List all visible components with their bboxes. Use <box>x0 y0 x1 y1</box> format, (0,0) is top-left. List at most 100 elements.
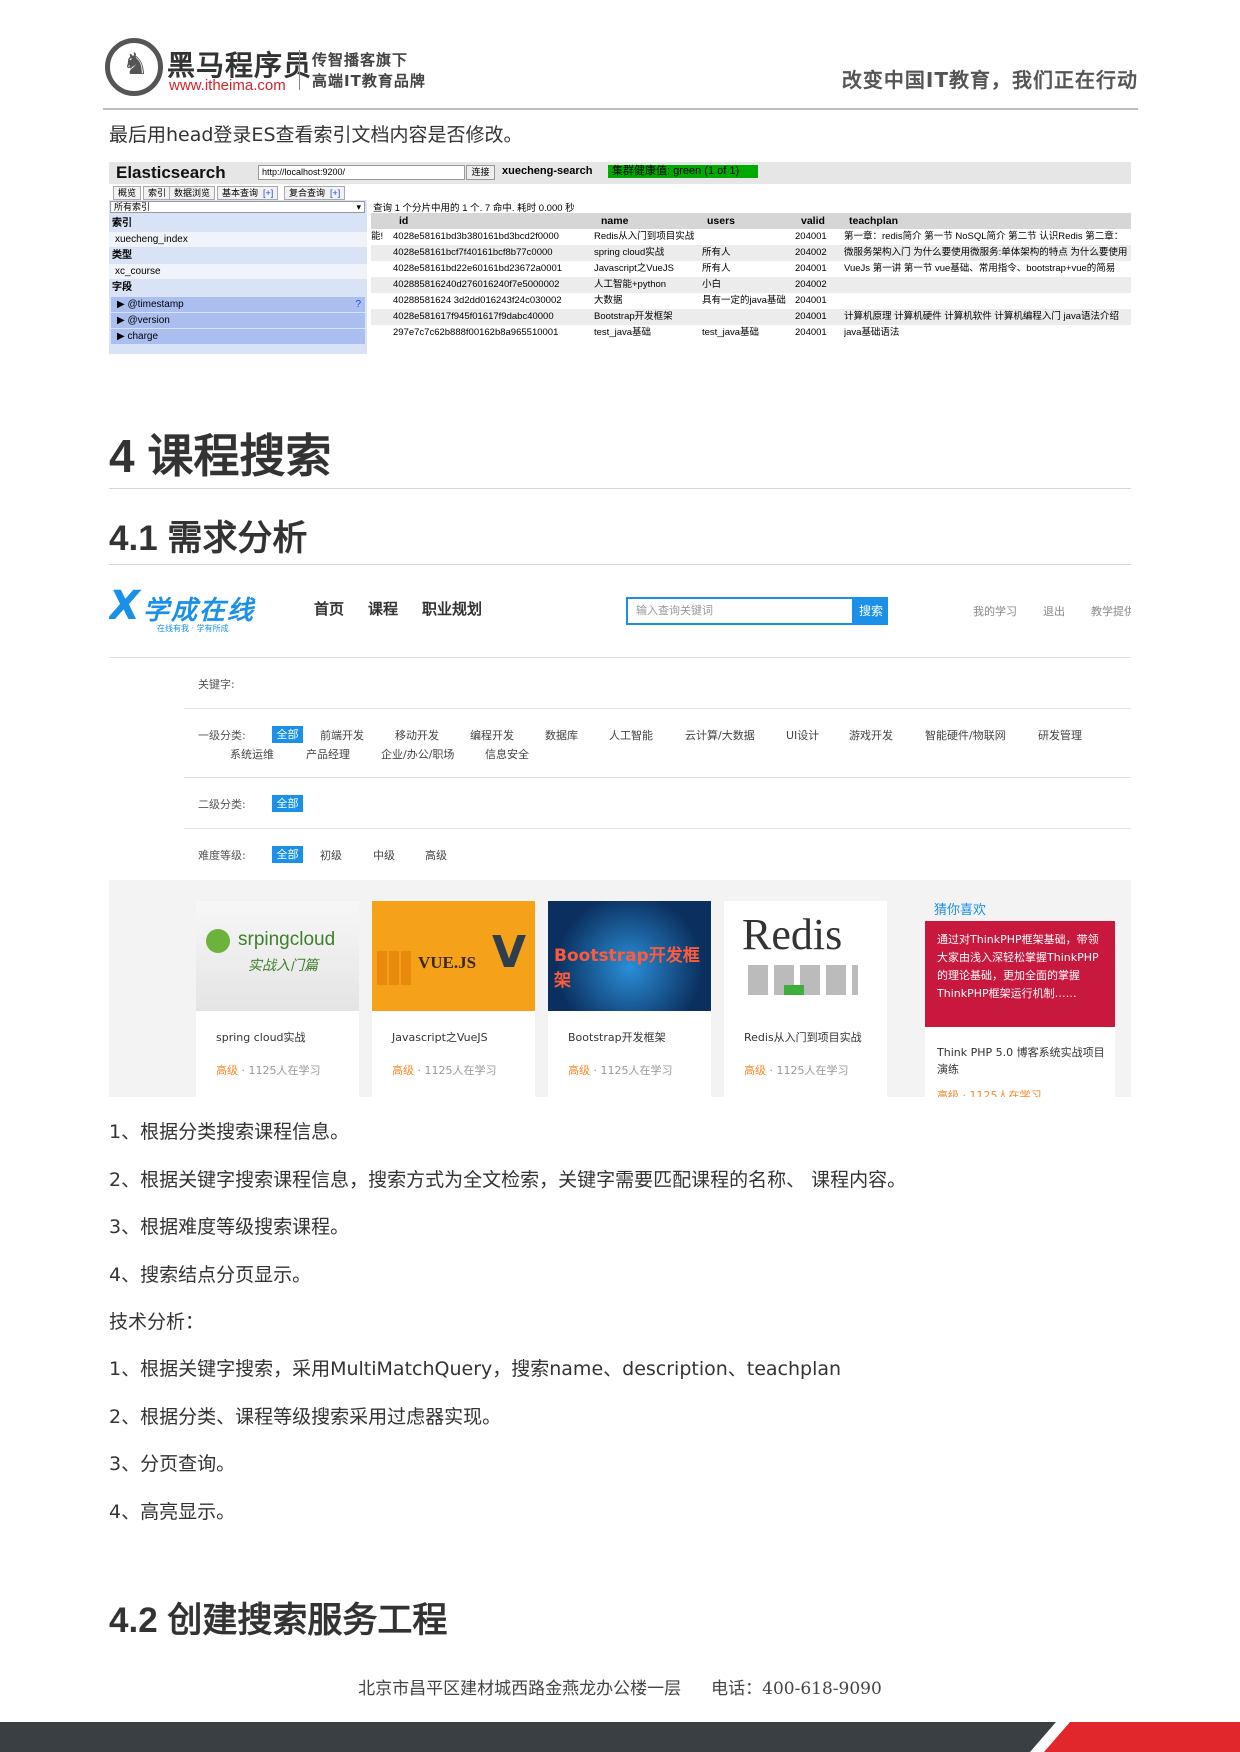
course-thumbnail: Bootstrap开发框架 <box>548 901 711 1011</box>
cat1-option[interactable]: 编程开发 <box>470 727 514 743</box>
cat1-option[interactable]: 信息安全 <box>485 746 529 762</box>
table-cell: 能! <box>371 231 384 242</box>
recommend-card[interactable]: 通过对ThinkPHP框架基础，带领大家由浅入深轻松掌握ThinkPHP的理论基… <box>925 921 1115 1097</box>
cat1-option[interactable]: 人工智能 <box>609 727 653 743</box>
cat1-option[interactable]: 产品经理 <box>306 746 350 762</box>
es-field-item[interactable]: ▶ @version <box>111 313 365 328</box>
table-cell: 297e7c7c62b888f00162b8a965510001 <box>393 327 559 338</box>
cat1-option[interactable]: 前端开发 <box>320 727 364 743</box>
course-meta: 高级 · 1125人在学习 <box>744 1064 849 1077</box>
table-cell: 204002 <box>795 247 827 258</box>
level-option[interactable]: 高级 <box>425 847 447 863</box>
es-field-label: charge <box>127 331 159 342</box>
table-row[interactable]: 297e7c7c62b888f00162b8a965510001 test_jav… <box>371 325 1131 341</box>
es-tab-index[interactable]: 索引 <box>143 186 172 200</box>
cat1-option[interactable]: 企业/办公/职场 <box>381 746 454 762</box>
teaching-link[interactable]: 教学提供 <box>1091 603 1131 619</box>
es-type-item[interactable]: xc_course <box>109 264 367 279</box>
level-option[interactable]: 中级 <box>373 847 395 863</box>
es-index-item[interactable]: xuecheng_index <box>109 232 367 247</box>
table-cell: 402885816240d276016240f7e5000002 <box>393 279 560 290</box>
help-icon[interactable]: ? <box>355 297 361 312</box>
table-cell: 大数据 <box>594 295 623 306</box>
cat1-option[interactable]: 数据库 <box>545 727 578 743</box>
search-input[interactable]: 输入查询关键词 <box>626 597 854 625</box>
table-row[interactable]: 4028e581617f945f01617f9dabc40000 Bootstra… <box>371 309 1131 325</box>
cat1-option[interactable]: 智能硬件/物联网 <box>925 727 1006 743</box>
cat1-all-option[interactable]: 全部 <box>272 726 303 743</box>
table-row[interactable]: 4028e58161bd22e60161bd23672a0001 Javascri… <box>371 261 1131 277</box>
search-button[interactable]: 搜索 <box>854 597 888 625</box>
level-all-option[interactable]: 全部 <box>272 846 303 863</box>
column-header[interactable]: users <box>707 213 799 229</box>
course-card[interactable]: Redis Redis从入门到项目实战 高级 · 1125人在学习 <box>724 901 887 1097</box>
column-header[interactable]: name <box>601 213 707 229</box>
es-head-screenshot: Elasticsearch http://localhost:9200/ 连接 … <box>109 162 1131 354</box>
nav-courses[interactable]: 课程 <box>368 598 398 619</box>
es-tab-compound-query-add[interactable]: [+] <box>326 186 346 200</box>
es-tab-basic-query-add[interactable]: [+] <box>259 186 279 200</box>
es-tab-browser[interactable]: 数据浏览 <box>169 186 216 200</box>
es-index-select-value: 所有索引 <box>114 202 151 212</box>
cat2-all-option[interactable]: 全部 <box>272 795 303 812</box>
column-header[interactable]: valid <box>801 213 846 229</box>
green-block-icon <box>784 985 804 995</box>
course-card[interactable]: srpingcloud 实战入门篇 spring cloud实战 高级 · 11… <box>196 901 359 1097</box>
my-learning-link[interactable]: 我的学习 <box>973 603 1017 619</box>
table-header-row: id name users valid teachplan <box>371 213 1131 229</box>
column-header[interactable]: teachplan <box>849 213 1131 229</box>
dropdown-arrow-icon: ▾ <box>356 202 361 212</box>
es-url-input[interactable]: http://localhost:9200/ <box>258 165 465 180</box>
es-sidebar: 所有索引 ▾ 索引 xuecheng_index 类型 xc_course 字段 … <box>109 200 367 354</box>
table-row[interactable]: 能! 4028e58161bd3b380161bd3bcd2f0000 Redis从… <box>371 229 1131 245</box>
es-tab-overview[interactable]: 概览 <box>113 186 142 200</box>
table-cell: test_java基础 <box>702 327 760 338</box>
es-section-index: 索引 <box>109 216 367 231</box>
cat1-option[interactable]: 游戏开发 <box>849 727 893 743</box>
cat2-label: 二级分类: <box>198 798 246 811</box>
cat1-option[interactable]: 云计算/大数据 <box>685 727 755 743</box>
thumbnail-title: srpingcloud <box>238 929 336 950</box>
xuecheng-logo[interactable]: X 学成在线 在线有我 · 学有所成 <box>109 583 269 633</box>
logo-url: www.itheima.com <box>169 77 286 94</box>
table-row[interactable]: 4028e58161bcf7f40161bcf8b77c0000 spring c… <box>371 245 1131 261</box>
es-index-select[interactable]: 所有索引 ▾ <box>110 201 365 213</box>
logo-tagline-2: 高端IT教育品牌 <box>312 72 426 90</box>
table-cell: java基础语法 <box>844 327 900 338</box>
es-connect-button[interactable]: 连接 <box>466 165 495 180</box>
course-learners: 1125人在学习 <box>600 1064 673 1077</box>
table-cell: 计算机原理 计算机硬件 计算机软件 计算机编程入门 java语法介绍 <box>844 311 1119 322</box>
table-row[interactable]: 402885816240d276016240f7e5000002 人工智能+pyt… <box>371 277 1131 293</box>
cat1-option[interactable]: 移动开发 <box>395 727 439 743</box>
course-card[interactable]: VUE.JS V Javascript之VueJS 高级 · 1125人在学习 <box>372 901 535 1097</box>
nav-career[interactable]: 职业规划 <box>422 598 482 619</box>
table-cell: Javascript之VueJS <box>594 263 674 274</box>
vue-logo-icon: V <box>492 927 527 978</box>
course-card[interactable]: Bootstrap开发框架 Bootstrap开发框架 高级 · 1125人在学… <box>548 901 711 1097</box>
cat1-option[interactable]: 系统运维 <box>230 746 274 762</box>
es-tabs: 概览 索引 数据浏览 基本查询 [+] 复合查询 [+] <box>109 186 1131 200</box>
cat1-label: 一级分类: <box>198 729 246 742</box>
es-field-item[interactable]: ▶ @timestamp? <box>111 297 365 312</box>
table-cell: 204001 <box>795 231 827 242</box>
nav-home[interactable]: 首页 <box>314 598 344 619</box>
table-cell: 4028e58161bd3b380161bd3bcd2f0000 <box>393 231 559 242</box>
xuecheng-logo-sub: 在线有我 · 学有所成 <box>157 624 229 633</box>
course-learners: 1125人在学习 <box>776 1064 849 1077</box>
es-tab-basic-query[interactable]: 基本查询 <box>217 186 264 200</box>
es-title: Elasticsearch <box>116 163 226 182</box>
requirement-item: 3、根据难度等级搜索课程。 <box>109 1216 350 1238</box>
course-thumbnail: srpingcloud 实战入门篇 <box>196 901 359 1011</box>
cat1-option[interactable]: 研发管理 <box>1038 727 1082 743</box>
cat1-option[interactable]: UI设计 <box>786 727 819 743</box>
es-field-item[interactable]: ▶ charge <box>111 329 365 344</box>
table-row[interactable]: 40288581624 3d2dd016243f24c030002 大数据 具有一定… <box>371 293 1131 309</box>
requirement-item: 4、搜索结点分页显示。 <box>109 1264 312 1286</box>
section-4-2-heading: 4.2 创建搜索服务工程 <box>109 1601 448 1640</box>
es-tab-compound-query[interactable]: 复合查询 <box>284 186 331 200</box>
column-header[interactable]: id <box>399 213 599 229</box>
level-option[interactable]: 初级 <box>320 847 342 863</box>
page-header: ♞ 黑马程序员 www.itheima.com 传智播客旗下 高端IT教育品牌 … <box>103 36 1138 110</box>
leaf-icon <box>206 929 230 953</box>
logout-link[interactable]: 退出 <box>1043 603 1065 619</box>
